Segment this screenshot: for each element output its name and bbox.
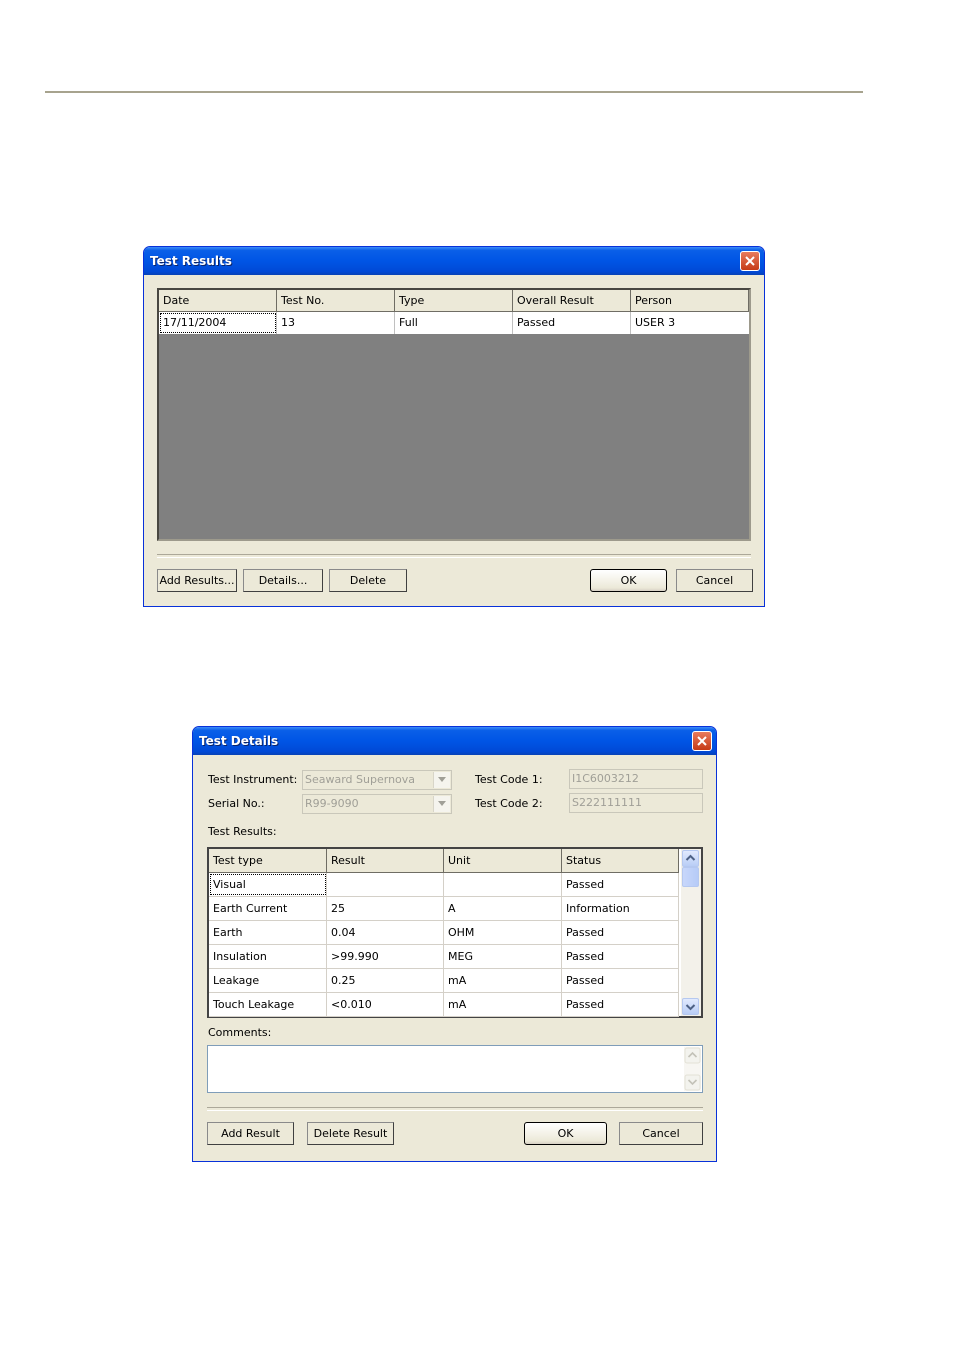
close-icon[interactable] <box>740 251 760 271</box>
column-header-status[interactable]: Status <box>562 849 679 873</box>
page-header-rule <box>45 91 863 93</box>
table-row[interactable]: Earth 0.04 OHM Passed <box>209 921 679 945</box>
cell-date: 17/11/2004 <box>159 312 277 334</box>
test-results-label: Test Results: <box>208 825 277 838</box>
cell-test-type[interactable]: Visual <box>209 873 327 896</box>
scroll-thumb[interactable] <box>682 867 699 887</box>
cell-result[interactable]: 0.25 <box>327 969 444 992</box>
test-details-dialog: Test Details Test Instrument: Seaward Su… <box>192 726 717 1162</box>
comments-scrollbar[interactable] <box>684 1047 701 1091</box>
dialog-title: Test Results <box>150 254 232 268</box>
cancel-button[interactable]: Cancel <box>619 1122 703 1145</box>
cell-unit[interactable]: mA <box>444 993 562 1016</box>
title-bar[interactable]: Test Details <box>193 727 716 755</box>
cell-status[interactable]: Passed <box>562 945 679 968</box>
cell-test-type[interactable]: Insulation <box>209 945 327 968</box>
table-row[interactable]: Insulation >99.990 MEG Passed <box>209 945 679 969</box>
cell-unit[interactable]: OHM <box>444 921 562 944</box>
separator <box>157 554 751 558</box>
cell-unit[interactable]: mA <box>444 969 562 992</box>
cell-unit[interactable]: A <box>444 897 562 920</box>
column-header-type[interactable]: Type <box>395 290 513 312</box>
grid-scrollbar[interactable] <box>681 849 701 1016</box>
cell-unit[interactable] <box>444 873 562 896</box>
ok-button[interactable]: OK <box>524 1122 607 1145</box>
serial-no-select[interactable]: R99-9090 <box>302 794 452 814</box>
test-results-dialog: Test Results Date Test No. Type Overall … <box>143 246 765 607</box>
column-header-date[interactable]: Date <box>159 290 277 312</box>
chevron-up-icon <box>685 854 696 861</box>
cancel-button[interactable]: Cancel <box>676 569 753 592</box>
test-code-2-field[interactable]: S222111111 <box>569 793 703 813</box>
table-row[interactable]: Visual Passed <box>209 873 679 897</box>
test-instrument-label: Test Instrument: <box>208 773 298 786</box>
column-header-test-type[interactable]: Test type <box>209 849 327 873</box>
ok-button[interactable]: OK <box>590 569 667 592</box>
chevron-down-icon[interactable] <box>433 772 450 788</box>
title-bar[interactable]: Test Results <box>144 247 764 275</box>
close-icon[interactable] <box>692 731 712 751</box>
scroll-down-button[interactable] <box>682 998 699 1015</box>
delete-result-button[interactable]: Delete Result <box>307 1122 394 1145</box>
cell-test-type[interactable]: Earth Current <box>209 897 327 920</box>
test-code-2-label: Test Code 2: <box>475 797 543 810</box>
cell-result[interactable] <box>327 873 444 896</box>
cell-status[interactable]: Passed <box>562 993 679 1016</box>
cell-result[interactable]: 25 <box>327 897 444 920</box>
table-row[interactable]: Touch Leakage <0.010 mA Passed <box>209 993 679 1017</box>
column-header-overall-result[interactable]: Overall Result <box>513 290 631 312</box>
comments-label: Comments: <box>208 1026 272 1039</box>
cell-overall-result: Passed <box>513 312 631 334</box>
details-button[interactable]: Details... <box>243 569 323 592</box>
test-instrument-select[interactable]: Seaward Supernova <box>302 770 452 790</box>
table-row[interactable]: Leakage 0.25 mA Passed <box>209 969 679 993</box>
serial-no-value: R99-9090 <box>305 797 359 810</box>
chevron-down-icon[interactable] <box>433 796 450 812</box>
results-list[interactable]: Date Test No. Type Overall Result Person… <box>157 288 751 541</box>
column-header-result[interactable]: Result <box>327 849 444 873</box>
chevron-down-icon <box>685 1004 696 1011</box>
cell-test-type[interactable]: Leakage <box>209 969 327 992</box>
add-result-button[interactable]: Add Result <box>207 1122 294 1145</box>
delete-button[interactable]: Delete <box>329 569 407 592</box>
cell-status[interactable]: Passed <box>562 969 679 992</box>
column-header-test-no[interactable]: Test No. <box>277 290 395 312</box>
column-header-person[interactable]: Person <box>631 290 749 312</box>
cell-result[interactable]: >99.990 <box>327 945 444 968</box>
test-results-grid[interactable]: Test type Result Unit Status Visual Pass… <box>207 847 703 1018</box>
comments-field[interactable] <box>207 1045 703 1093</box>
column-header-unit[interactable]: Unit <box>444 849 562 873</box>
test-code-1-label: Test Code 1: <box>475 773 543 786</box>
cell-status[interactable]: Passed <box>562 873 679 896</box>
separator <box>207 1107 703 1111</box>
table-row[interactable]: Earth Current 25 A Information <box>209 897 679 921</box>
cell-test-type[interactable]: Touch Leakage <box>209 993 327 1016</box>
test-code-1-field[interactable]: I1C6003212 <box>569 769 703 789</box>
cell-unit[interactable]: MEG <box>444 945 562 968</box>
cell-status[interactable]: Passed <box>562 921 679 944</box>
cell-result[interactable]: <0.010 <box>327 993 444 1016</box>
cell-type: Full <box>395 312 513 334</box>
add-results-button[interactable]: Add Results... <box>157 569 237 592</box>
cell-result[interactable]: 0.04 <box>327 921 444 944</box>
cell-test-type[interactable]: Earth <box>209 921 327 944</box>
test-instrument-value: Seaward Supernova <box>305 773 416 786</box>
list-item[interactable]: 17/11/2004 13 Full Passed USER 3 <box>159 312 749 334</box>
cell-test-no: 13 <box>277 312 395 334</box>
cell-status[interactable]: Information <box>562 897 679 920</box>
dialog-title: Test Details <box>199 734 279 748</box>
scroll-up-button[interactable] <box>682 850 699 867</box>
cell-person: USER 3 <box>635 316 676 329</box>
serial-no-label: Serial No.: <box>208 797 265 810</box>
